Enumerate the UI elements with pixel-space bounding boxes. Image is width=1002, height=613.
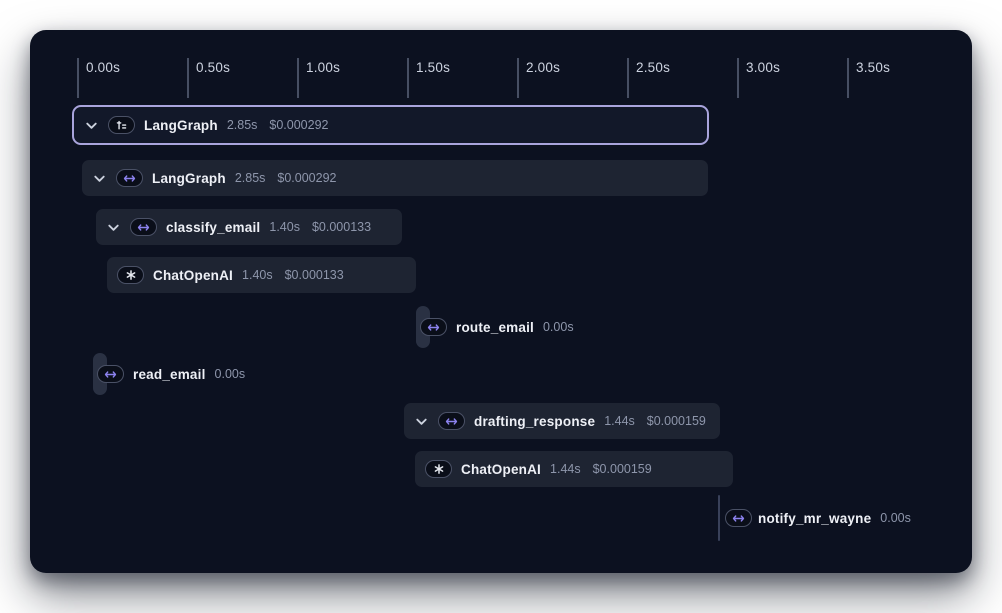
chain-icon [438, 412, 465, 430]
span-name: LangGraph [152, 171, 226, 186]
span-cost: $0.000292 [269, 118, 328, 132]
timeline-ruler: 0.00s 0.50s 1.00s 1.50s 2.00s 2.50s 3.00… [30, 30, 972, 100]
chain-icon [420, 318, 447, 336]
zero-duration-marker [718, 495, 720, 541]
tick-mark [737, 58, 739, 98]
span-name: notify_mr_wayne [758, 511, 871, 526]
tick-mark [407, 58, 409, 98]
span-row-langgraph-root[interactable]: LangGraph 2.85s $0.000292 [72, 105, 709, 145]
span-cost: $0.000159 [593, 462, 652, 476]
span-cost: $0.000292 [277, 171, 336, 185]
span-row-classify-email[interactable]: classify_email 1.40s $0.000133 [96, 209, 402, 245]
tick-mark [297, 58, 299, 98]
span-duration: 2.85s [235, 171, 266, 185]
chevron-down-icon[interactable] [414, 414, 429, 429]
tick-label: 2.50s [636, 60, 670, 75]
tick-label: 1.00s [306, 60, 340, 75]
trace-icon [108, 116, 135, 134]
span-cost: $0.000159 [647, 414, 706, 428]
chain-icon [116, 169, 143, 187]
span-name: LangGraph [144, 118, 218, 133]
tick-label: 2.00s [526, 60, 560, 75]
span-name: read_email [133, 367, 206, 382]
tick-label: 0.50s [196, 60, 230, 75]
tick-mark [77, 58, 79, 98]
span-row-langgraph[interactable]: LangGraph 2.85s $0.000292 [82, 160, 708, 196]
chevron-down-icon[interactable] [92, 171, 107, 186]
span-duration: 1.44s [604, 414, 635, 428]
span-duration: 0.00s [543, 320, 574, 334]
trace-waterfall-panel: 0.00s 0.50s 1.00s 1.50s 2.00s 2.50s 3.00… [30, 30, 972, 573]
span-name: classify_email [166, 220, 260, 235]
span-name: ChatOpenAI [461, 462, 541, 477]
tick-label: 1.50s [416, 60, 450, 75]
tick-mark [517, 58, 519, 98]
span-cost: $0.000133 [312, 220, 371, 234]
chain-icon [725, 509, 752, 527]
tick-mark [847, 58, 849, 98]
span-cost: $0.000133 [285, 268, 344, 282]
chevron-down-icon[interactable] [106, 220, 121, 235]
span-row-chatopenai-2[interactable]: ChatOpenAI 1.44s $0.000159 [415, 451, 733, 487]
span-name: ChatOpenAI [153, 268, 233, 283]
span-duration: 1.44s [550, 462, 581, 476]
span-row-drafting-response[interactable]: drafting_response 1.44s $0.000159 [404, 403, 720, 439]
llm-icon [117, 266, 144, 284]
tick-mark [187, 58, 189, 98]
span-name: route_email [456, 320, 534, 335]
span-duration: 1.40s [269, 220, 300, 234]
span-duration: 1.40s [242, 268, 273, 282]
chain-icon [97, 365, 124, 383]
span-row-chatopenai-1[interactable]: ChatOpenAI 1.40s $0.000133 [107, 257, 416, 293]
chevron-down-icon[interactable] [84, 118, 99, 133]
span-duration: 0.00s [215, 367, 246, 381]
tick-label: 0.00s [86, 60, 120, 75]
span-duration: 0.00s [880, 511, 911, 525]
tick-label: 3.00s [746, 60, 780, 75]
tick-label: 3.50s [856, 60, 890, 75]
span-name: drafting_response [474, 414, 595, 429]
span-duration: 2.85s [227, 118, 258, 132]
llm-icon [425, 460, 452, 478]
tick-mark [627, 58, 629, 98]
chain-icon [130, 218, 157, 236]
